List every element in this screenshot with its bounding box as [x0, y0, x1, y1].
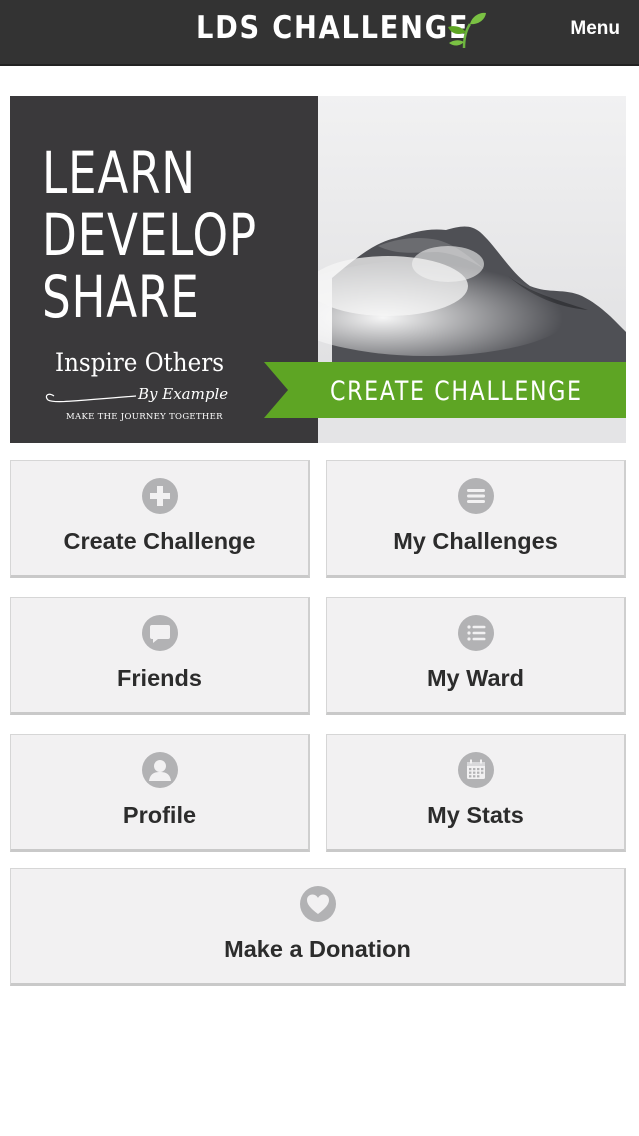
- plus-circle-icon: [141, 478, 178, 514]
- sprout-icon: [448, 12, 486, 49]
- banner-cta-label[interactable]: CREATE CHALLENGE: [330, 376, 583, 407]
- app-title[interactable]: LDS CHALLENGE: [196, 10, 469, 46]
- list-icon: [457, 615, 494, 651]
- hero-banner[interactable]: LEARN DEVELOP SHARE Inspire Others By Ex…: [10, 96, 626, 443]
- make-donation-button[interactable]: Make a Donation: [10, 868, 626, 986]
- profile-button[interactable]: Profile: [10, 734, 310, 852]
- calendar-icon: [457, 752, 494, 788]
- swash-flourish-icon: [45, 393, 137, 403]
- banner-subline: MAKE THE JOURNEY TOGETHER: [66, 412, 223, 422]
- create-challenge-button[interactable]: Create Challenge: [10, 460, 310, 578]
- my-challenges-button[interactable]: My Challenges: [326, 460, 626, 578]
- chat-bubble-icon: [141, 615, 178, 651]
- banner-line-develop: DEVELOP: [42, 201, 257, 269]
- my-ward-button[interactable]: My Ward: [326, 597, 626, 715]
- tile-label: My Ward: [426, 665, 525, 691]
- top-nav-bar: LDS CHALLENGE Menu: [0, 0, 639, 66]
- menu-lines-icon: [457, 478, 494, 514]
- tile-label: My Challenges: [393, 528, 558, 554]
- friends-button[interactable]: Friends: [10, 597, 310, 715]
- heart-icon: [299, 886, 336, 922]
- tile-label: Profile: [122, 802, 197, 828]
- tile-label: Create Challenge: [63, 528, 256, 554]
- user-icon: [141, 752, 178, 788]
- banner-line-learn: LEARN: [42, 139, 196, 207]
- menu-button[interactable]: Menu: [570, 18, 620, 40]
- banner-line-share: SHARE: [42, 263, 200, 331]
- tile-label: Friends: [117, 665, 202, 691]
- my-stats-button[interactable]: My Stats: [326, 734, 626, 852]
- banner-by-line: By Example: [138, 385, 229, 403]
- tile-label: My Stats: [427, 802, 524, 828]
- banner-tagline: Inspire Others: [55, 348, 225, 377]
- tile-label: Make a Donation: [224, 936, 411, 962]
